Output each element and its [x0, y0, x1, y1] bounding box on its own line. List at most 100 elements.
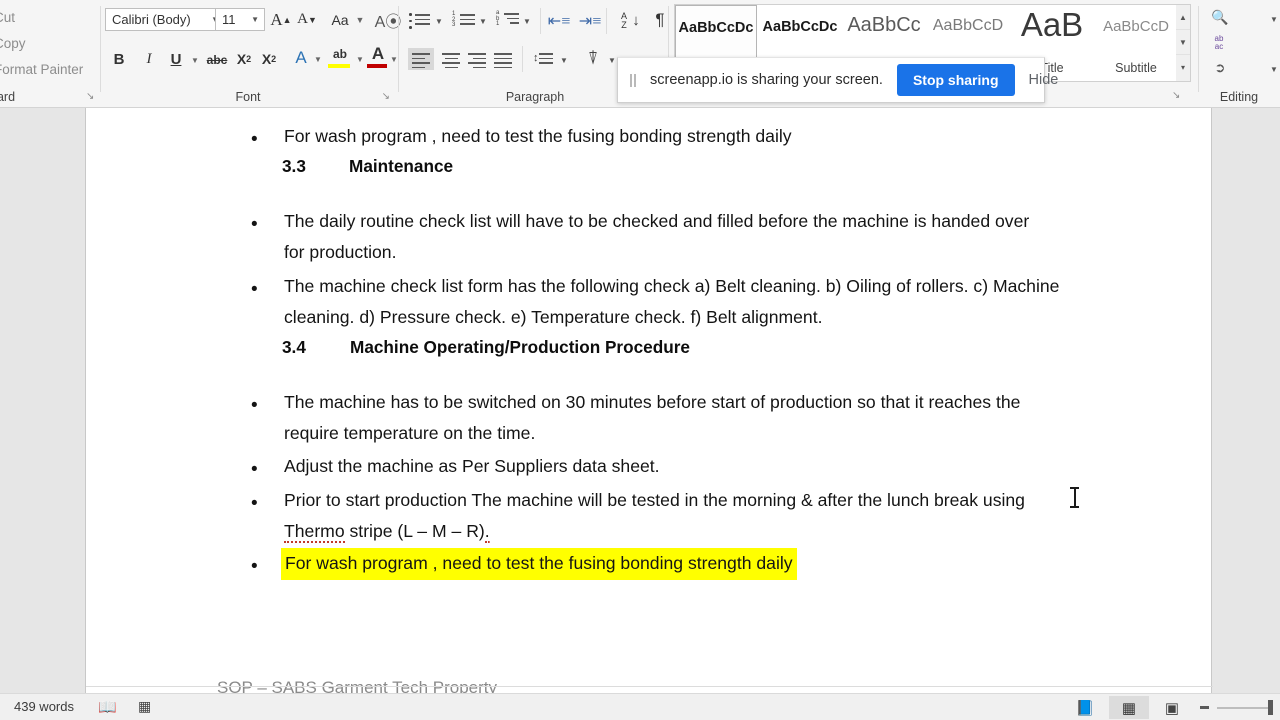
font-dialog-launcher[interactable]: ↘: [382, 91, 390, 102]
font-color-button[interactable]: A: [368, 43, 388, 64]
clipboard-group-label: oard: [0, 90, 16, 104]
style-item-subtitle[interactable]: AaBbCcD Subtitle: [1095, 5, 1177, 81]
hide-button[interactable]: Hide: [1029, 72, 1059, 88]
drag-grip-icon[interactable]: [630, 73, 636, 87]
paragraph-7-highlighted[interactable]: For wash program , need to test the fusi…: [281, 548, 797, 580]
paragraph-4-line-1[interactable]: The machine has to be switched on 30 min…: [284, 387, 1184, 419]
style-preview: AaBbCcD: [1103, 18, 1169, 35]
paragraph-3-line-2[interactable]: cleaning. d) Pressure check. e) Temperat…: [284, 302, 1184, 334]
line-spacing-button[interactable]: ↕: [530, 48, 558, 70]
clear-formatting-icon[interactable]: A⦿: [375, 8, 402, 31]
misspelled-punctuation[interactable]: .: [484, 521, 490, 543]
change-case-button[interactable]: Aa: [327, 8, 353, 31]
grow-font-label: A: [270, 9, 283, 29]
styles-scroll-up-button[interactable]: ▲: [1176, 5, 1190, 30]
heading-3-3-text[interactable]: Maintenance: [349, 156, 453, 177]
zoom-out-button[interactable]: [1200, 706, 1209, 709]
subscript-button[interactable]: X2: [233, 48, 255, 70]
style-preview: AaB: [1020, 6, 1084, 43]
increase-indent-icon[interactable]: ⇥≡: [578, 10, 602, 32]
chevron-down-icon[interactable]: ▼: [558, 52, 570, 68]
shrink-font-button[interactable]: A ▼: [296, 8, 318, 31]
web-layout-button[interactable]: ▣: [1152, 696, 1192, 719]
decrease-indent-icon[interactable]: ⇤≡: [547, 10, 571, 32]
read-mode-icon: 📘: [1075, 699, 1095, 717]
strikethrough-button[interactable]: abc: [204, 50, 230, 70]
paragraph-2-line-1[interactable]: The daily routine check list will have t…: [284, 206, 1184, 238]
divider: [606, 8, 607, 34]
chevron-down-icon[interactable]: ▼: [353, 10, 367, 30]
bold-button[interactable]: B: [109, 48, 129, 70]
font-name-value: Calibri (Body): [112, 12, 191, 27]
word-count[interactable]: 439 words: [14, 699, 74, 714]
document-canvas[interactable]: The machine will be tested in the mornin…: [0, 108, 1280, 693]
bullets-button[interactable]: [408, 10, 432, 32]
list-bullet: •: [251, 556, 258, 577]
chevron-down-icon[interactable]: ▼: [521, 13, 533, 29]
cut-button[interactable]: Cut: [0, 10, 15, 25]
superscript-sup-label: 2: [271, 54, 277, 64]
chevron-down-icon[interactable]: ▼: [477, 13, 489, 29]
text-effects-button[interactable]: A: [290, 47, 312, 69]
list-bullet: •: [251, 459, 258, 480]
numbering-button[interactable]: 123: [452, 10, 476, 32]
italic-button[interactable]: I: [139, 48, 159, 70]
align-left-button[interactable]: [408, 48, 434, 70]
copy-button[interactable]: Copy: [0, 36, 26, 51]
align-right-button[interactable]: [464, 48, 490, 70]
editing-group-label: Editing: [1219, 90, 1259, 104]
zoom-slider-thumb[interactable]: [1268, 700, 1273, 715]
language-icon[interactable]: ▦: [138, 698, 151, 715]
clipboard-dialog-launcher[interactable]: ↘: [86, 91, 94, 102]
misspelled-word[interactable]: Thermo: [284, 521, 345, 543]
underline-button[interactable]: U: [166, 48, 186, 70]
multilevel-list-button[interactable]: ab1: [496, 10, 520, 32]
style-name: Subtitle: [1115, 61, 1157, 75]
highlight-color-swatch: [328, 64, 350, 68]
chevron-down-icon[interactable]: ▼: [1269, 12, 1279, 26]
shading-icon[interactable]: ⍒: [580, 46, 606, 70]
styles-dialog-launcher[interactable]: ↘: [1172, 90, 1180, 101]
chevron-down-icon[interactable]: ▼: [433, 13, 445, 29]
document-page[interactable]: The machine will be tested in the mornin…: [85, 108, 1213, 693]
subscript-label: X: [236, 51, 247, 67]
ribbon-group-clipboard: Cut Copy Format Painter oard ↘: [0, 0, 100, 107]
subscript-sub-label: 2: [246, 54, 252, 64]
stop-sharing-button[interactable]: Stop sharing: [896, 64, 1015, 96]
chevron-down-icon[interactable]: ▼: [312, 50, 324, 68]
text-highlight-button[interactable]: ab: [328, 44, 352, 64]
chevron-down-icon[interactable]: ▼: [354, 50, 366, 68]
paragraph-2-line-2[interactable]: for production.: [284, 237, 1184, 269]
styles-gallery-scrollbar[interactable]: ▲ ▼ ▾: [1176, 4, 1191, 82]
grow-font-button[interactable]: A ▲: [270, 8, 292, 31]
paragraph-3-line-1[interactable]: The machine check list form has the foll…: [284, 271, 1184, 303]
paragraph-6-line-2[interactable]: Thermo stripe (L – M – R).: [284, 516, 1184, 548]
heading-3-3-number: 3.3: [282, 156, 306, 176]
justify-button[interactable]: [490, 48, 516, 70]
format-painter-button[interactable]: Format Painter: [0, 62, 83, 77]
zoom-slider[interactable]: [1217, 707, 1273, 709]
style-preview: AaBbCс: [847, 14, 921, 36]
chevron-down-icon[interactable]: ▼: [1269, 62, 1279, 76]
text-effects-label: A: [295, 48, 307, 67]
spelling-check-icon[interactable]: 📖: [98, 698, 117, 716]
show-formatting-marks-button[interactable]: ¶: [650, 8, 670, 32]
chevron-down-icon[interactable]: ▼: [188, 50, 202, 70]
paragraph-1[interactable]: For wash program , need to test the fusi…: [284, 121, 1164, 153]
align-center-button[interactable]: [438, 48, 464, 70]
replace-icon: ab ac: [1214, 34, 1224, 51]
heading-3-4-text[interactable]: Machine Operating/Production Procedure: [350, 337, 690, 358]
superscript-button[interactable]: X2: [258, 48, 280, 70]
paragraph-4-line-2[interactable]: require temperature on the time.: [284, 418, 1184, 450]
paragraph-5[interactable]: Adjust the machine as Per Suppliers data…: [284, 451, 1184, 483]
list-bullet: •: [251, 129, 258, 150]
font-name-combo[interactable]: Calibri (Body) ▼: [105, 8, 225, 31]
share-message: screenapp.io is sharing your screen.: [650, 72, 883, 88]
styles-scroll-down-button[interactable]: ▼: [1176, 30, 1190, 55]
read-mode-button[interactable]: 📘: [1065, 696, 1105, 719]
font-size-combo[interactable]: 11 ▼: [215, 8, 265, 31]
styles-more-button[interactable]: ▾: [1176, 55, 1190, 80]
print-layout-button[interactable]: ▦: [1109, 696, 1149, 719]
paragraph-6-line-1[interactable]: Prior to start production The machine wi…: [284, 485, 1184, 517]
chevron-down-icon: ▼: [251, 15, 259, 24]
